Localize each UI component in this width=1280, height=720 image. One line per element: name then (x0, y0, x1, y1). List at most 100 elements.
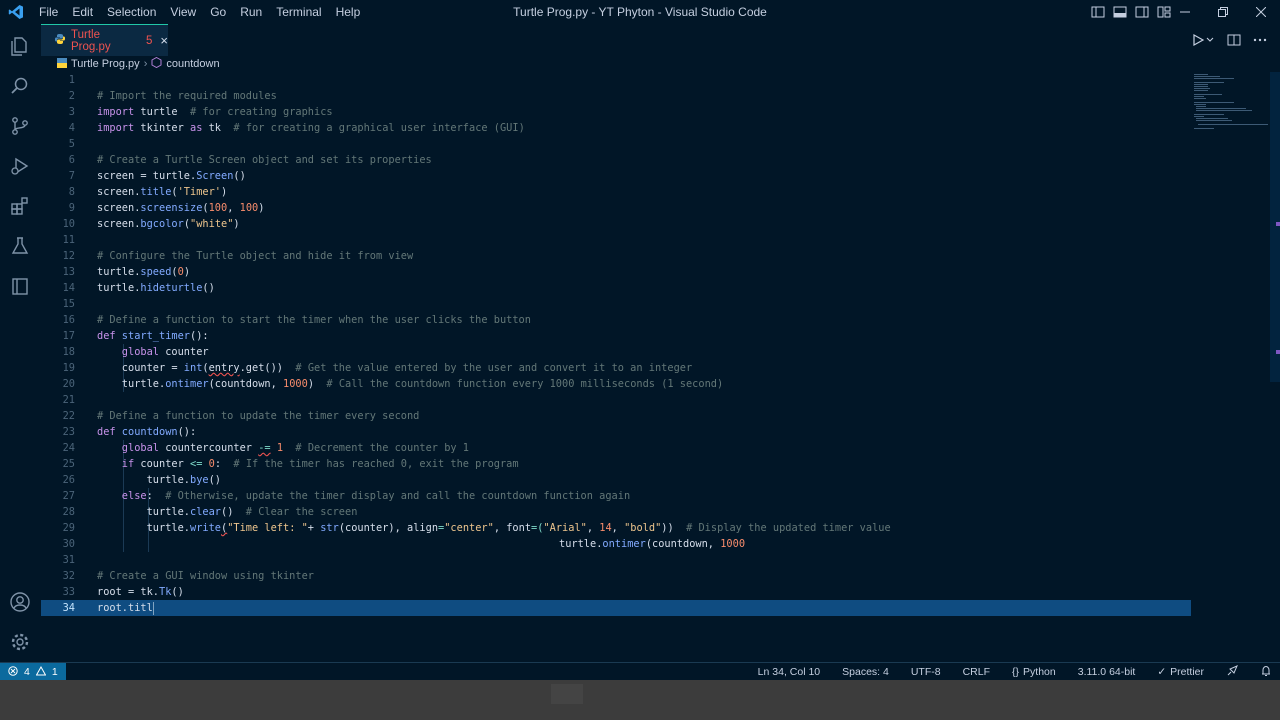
menu-terminal[interactable]: Terminal (269, 0, 328, 24)
window-controls (1166, 0, 1280, 24)
code-line: 28 turtle.clear() # Clear the screen (62, 506, 358, 518)
code-line: 33 root = tk.Tk() (62, 586, 184, 598)
code-line: 2 # Import the required modules (68, 90, 277, 102)
text-cursor (152, 601, 154, 615)
code-line: 4 import tkinter as tk # for creating a g… (68, 122, 525, 134)
close-icon[interactable]: × (160, 33, 168, 48)
remote-icon[interactable] (8, 274, 32, 298)
code-line: 7 screen = turtle.Screen() (68, 170, 246, 182)
code-line: 17 def start_timer(): (62, 330, 209, 342)
scroll-marker (1276, 222, 1280, 226)
breadcrumb-symbol[interactable]: countdown (166, 58, 219, 70)
split-editor-icon[interactable] (1226, 32, 1242, 53)
code-line: 31 (62, 554, 75, 566)
minimize-icon[interactable] (1166, 0, 1204, 24)
breadcrumb-file[interactable]: Turtle Prog.py (71, 58, 140, 70)
layout-controls (1090, 4, 1172, 20)
toggle-sidebar-icon[interactable] (1090, 4, 1106, 20)
current-line: 34 root.titl (41, 600, 1191, 616)
code-line: 11 (62, 234, 75, 246)
code-line: 26 turtle.bye() (62, 474, 222, 486)
symbol-method-icon (151, 56, 162, 71)
vertical-scrollbar[interactable] (1270, 72, 1280, 382)
language-label: Python (1023, 666, 1056, 678)
code-line: 18 global counter (62, 346, 209, 358)
code-line: 21 (62, 394, 75, 406)
explorer-icon[interactable] (8, 34, 32, 58)
editor-actions (1192, 32, 1268, 53)
more-icon[interactable] (1252, 32, 1268, 53)
python-file-icon (55, 34, 65, 47)
error-icon (8, 665, 18, 679)
code-line: 15 (62, 298, 75, 310)
title-bar: File Edit Selection View Go Run Terminal… (0, 0, 1280, 24)
warning-icon (35, 665, 47, 679)
run-debug-icon[interactable] (8, 154, 32, 178)
braces-icon: {} (1012, 666, 1020, 678)
code-line: 30 turtle.ontimer(countdown, 1000 (62, 538, 746, 550)
warning-count: 1 (51, 666, 58, 678)
bell-icon[interactable] (1260, 665, 1272, 680)
menu-view[interactable]: View (163, 0, 203, 24)
activity-bar (0, 24, 41, 662)
menu-run[interactable]: Run (233, 0, 269, 24)
settings-gear-icon[interactable] (8, 630, 32, 654)
code-line: 16 # Define a function to start the timer… (62, 314, 531, 326)
code-line: 19 counter = int(entry.get()) # Get the … (62, 362, 693, 374)
search-icon[interactable] (8, 74, 32, 98)
feedback-icon[interactable] (1226, 664, 1238, 680)
minimap[interactable] (1192, 72, 1272, 132)
code-line: 5 (68, 138, 75, 150)
menu-selection[interactable]: Selection (100, 0, 163, 24)
code-line: 12 # Configure the Turtle object and hide… (62, 250, 414, 262)
code-line: 14 turtle.hideturtle() (62, 282, 215, 294)
toggle-secondary-sidebar-icon[interactable] (1134, 4, 1150, 20)
editor-tabs: Turtle Prog.py 5 × (41, 24, 1280, 56)
code-line: 25 if counter <= 0: # If the timer has r… (62, 458, 519, 470)
tab-turtle-prog[interactable]: Turtle Prog.py 5 × (41, 24, 168, 56)
prettier-status[interactable]: ✓ Prettier (1157, 666, 1204, 678)
menu-edit[interactable]: Edit (65, 0, 100, 24)
python-interpreter[interactable]: 3.11.0 64-bit (1078, 666, 1136, 678)
problems-indicator[interactable]: 4 1 (0, 663, 66, 681)
run-icon[interactable] (1192, 32, 1216, 53)
code-line: 20 turtle.ontimer(countdown, 1000) # Cal… (62, 378, 724, 390)
indentation[interactable]: Spaces: 4 (842, 666, 889, 678)
menu-go[interactable]: Go (203, 0, 233, 24)
extensions-icon[interactable] (8, 194, 32, 218)
code-line: 24 global countercounter -= 1 # Decremen… (62, 442, 469, 454)
breadcrumb: Turtle Prog.py › countdown (41, 56, 220, 72)
code-line: 32 # Create a GUI window using tkinter (62, 570, 314, 582)
close-icon[interactable] (1242, 0, 1280, 24)
double-check-icon: ✓ (1157, 666, 1167, 678)
code-line: 22 # Define a function to update the time… (62, 410, 420, 422)
code-line: 13 turtle.speed(0) (62, 266, 191, 278)
code-line: 8 screen.title('Timer') (68, 186, 228, 198)
python-file-icon (57, 57, 67, 71)
code-line: 1 (68, 74, 75, 86)
code-line: 23 def countdown(): (62, 426, 197, 438)
account-icon[interactable] (8, 590, 32, 614)
tab-problem-count: 5 (146, 34, 153, 47)
error-count: 4 (24, 666, 30, 678)
language-mode[interactable]: {} Python (1012, 666, 1056, 678)
cursor-position[interactable]: Ln 34, Col 10 (758, 666, 820, 678)
source-control-icon[interactable] (8, 114, 32, 138)
encoding[interactable]: UTF-8 (911, 666, 941, 678)
code-line: 3 import turtle # for creating graphics (68, 106, 333, 118)
line-ending[interactable]: CRLF (963, 666, 990, 678)
toggle-panel-icon[interactable] (1112, 4, 1128, 20)
menu-help[interactable]: Help (329, 0, 368, 24)
chevron-right-icon: › (143, 58, 148, 70)
scroll-marker (1276, 350, 1280, 354)
code-line: 27 else: # Otherwise, update the timer d… (62, 490, 631, 502)
code-line: 9 screen.screensize(100, 100) (68, 202, 265, 214)
restore-icon[interactable] (1204, 0, 1242, 24)
code-line: 10 screen.bgcolor("white") (62, 218, 240, 230)
menu-bar: File Edit Selection View Go Run Terminal… (32, 0, 367, 24)
testing-icon[interactable] (8, 234, 32, 258)
bottom-strip (0, 680, 1280, 720)
status-bar: 4 1 Ln 34, Col 10 Spaces: 4 UTF-8 CRLF {… (0, 662, 1280, 681)
code-editor[interactable]: 1 2 # Import the required modules 3 import… (41, 72, 1191, 662)
menu-file[interactable]: File (32, 0, 65, 24)
